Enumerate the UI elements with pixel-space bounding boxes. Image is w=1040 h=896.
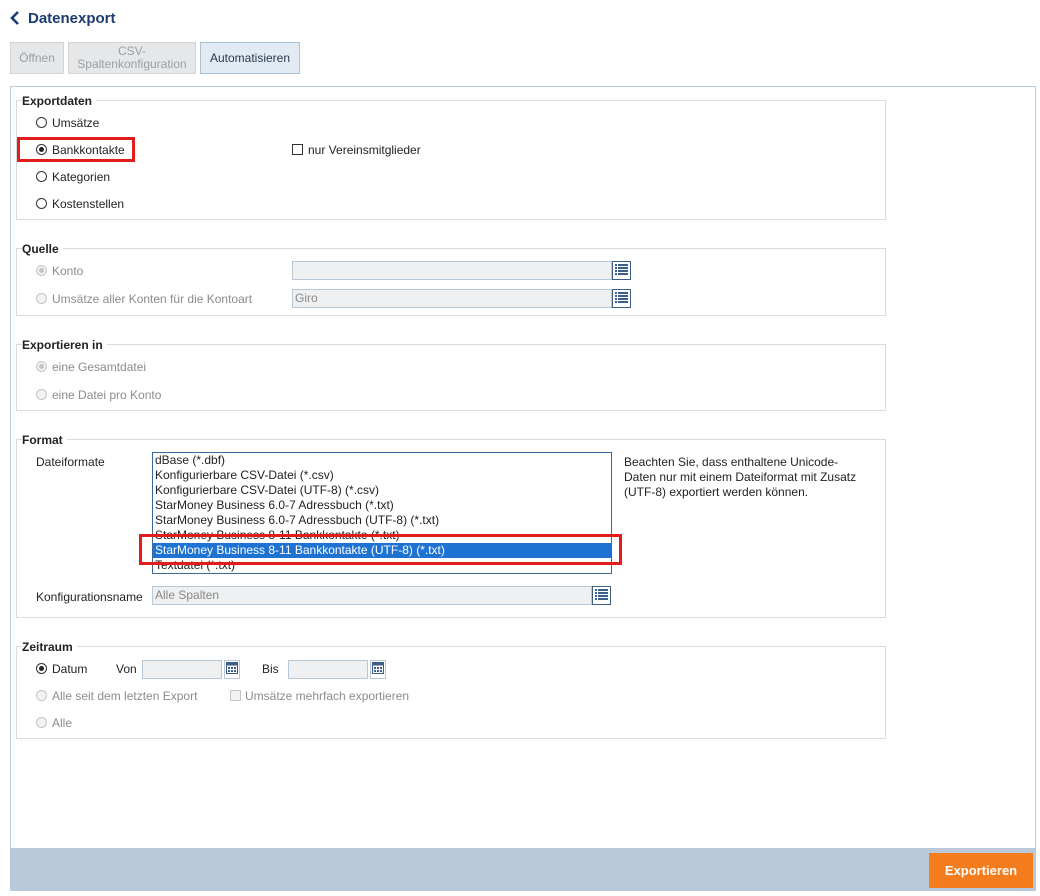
export-button[interactable]: Exportieren (929, 853, 1033, 888)
list-item[interactable]: StarMoney Business 6.0-7 Adressbuch (UTF… (153, 513, 611, 528)
label-datum: Datum (52, 662, 88, 676)
bis-calendar-button[interactable] (370, 660, 386, 679)
legend-format: Format (22, 433, 67, 447)
tab-oeffnen[interactable]: Öffnen (10, 42, 64, 74)
chevron-left-icon (10, 11, 20, 25)
back-link[interactable]: Datenexport (10, 8, 116, 28)
von-calendar-button[interactable] (224, 660, 240, 679)
radio-seit-letztem-export[interactable] (36, 690, 47, 701)
label-nur-vereinsmitglieder: nur Vereinsmitglieder (308, 143, 421, 157)
tab-csv-spaltenkonfiguration[interactable]: CSV- Spaltenkonfiguration (68, 42, 196, 74)
list-icon (615, 263, 628, 278)
radio-bankkontakte[interactable] (36, 144, 47, 155)
legend-exportdaten: Exportdaten (22, 94, 97, 108)
radio-kontoart[interactable] (36, 293, 47, 304)
kontoart-lookup-button[interactable] (612, 289, 631, 308)
list-item[interactable]: Konfigurierbare CSV-Datei (UTF-8) (*.csv… (153, 483, 611, 498)
konfigurationsname-lookup-button[interactable] (592, 586, 611, 605)
list-item[interactable]: StarMoney Business 6.0-7 Adressbuch (*.t… (153, 498, 611, 513)
bis-date-input[interactable] (288, 660, 368, 679)
list-item[interactable]: Konfigurierbare CSV-Datei (*.csv) (153, 468, 611, 483)
tab-automatisieren[interactable]: Automatisieren (200, 42, 300, 74)
radio-kostenstellen[interactable] (36, 198, 47, 209)
label-gesamtdatei: eine Gesamtdatei (52, 360, 147, 374)
konto-input[interactable] (292, 261, 612, 280)
radio-kategorien[interactable] (36, 171, 47, 182)
fieldset-exportdaten (16, 100, 886, 220)
unicode-note: Beachten Sie, dass enthaltene Unicode-Da… (624, 455, 857, 499)
radio-alle[interactable] (36, 717, 47, 728)
list-item[interactable]: Textdatei (*.txt) (153, 558, 611, 573)
label-datei-pro-konto: eine Datei pro Konto (52, 388, 162, 402)
label-bankkontakte: Bankkontakte (52, 143, 125, 157)
list-item[interactable]: dBase (*.dbf) (153, 453, 611, 468)
calendar-icon (226, 662, 238, 677)
radio-datum[interactable] (36, 663, 47, 674)
label-kostenstellen: Kostenstellen (52, 197, 125, 211)
konto-lookup-button[interactable] (612, 261, 631, 280)
checkbox-nur-vereinsmitglieder[interactable] (292, 144, 303, 155)
radio-datei-pro-konto[interactable] (36, 389, 47, 400)
konfigurationsname-input[interactable]: Alle Spalten (152, 586, 592, 605)
calendar-icon (372, 662, 384, 677)
label-bis: Bis (262, 662, 279, 676)
label-kontoart: Umsätze aller Konten für die Kontoart (52, 292, 253, 306)
label-kategorien: Kategorien (52, 170, 111, 184)
label-konfigurationsname: Konfigurationsname (36, 590, 143, 604)
tab-label: CSV- Spaltenkonfiguration (77, 44, 187, 71)
kontoart-input[interactable]: Giro (292, 289, 612, 308)
radio-gesamtdatei[interactable] (36, 361, 47, 372)
list-icon (615, 291, 628, 306)
export-button-label: Exportieren (944, 863, 1018, 878)
radio-umsaetze[interactable] (36, 117, 47, 128)
tab-label: Öffnen (19, 50, 55, 65)
radio-konto[interactable] (36, 265, 47, 276)
label-mehrfach-exportieren: Umsätze mehrfach exportieren (245, 689, 410, 703)
label-dateiformate: Dateiformate (36, 455, 105, 469)
page-title: Datenexport (28, 9, 116, 27)
list-icon (595, 588, 608, 603)
label-umsaetze: Umsätze (52, 116, 100, 130)
label-von: Von (116, 662, 137, 676)
legend-quelle: Quelle (22, 242, 63, 256)
footer-bar (10, 848, 1036, 891)
list-item[interactable]: StarMoney Business 8-11 Bankkontakte (*.… (153, 528, 611, 543)
checkbox-mehrfach-exportieren[interactable] (230, 690, 241, 701)
label-seit-letztem-export: Alle seit dem letzten Export (52, 689, 198, 703)
label-alle: Alle (52, 716, 73, 730)
legend-exportieren-in: Exportieren in (22, 338, 107, 352)
tab-label: Automatisieren (209, 50, 291, 65)
von-date-input[interactable] (142, 660, 222, 679)
label-konto: Konto (52, 264, 84, 278)
legend-zeitraum: Zeitraum (22, 640, 77, 654)
dateiformate-listbox[interactable]: dBase (*.dbf) Konfigurierbare CSV-Datei … (152, 452, 612, 574)
list-item-selected[interactable]: StarMoney Business 8-11 Bankkontakte (UT… (153, 543, 611, 558)
